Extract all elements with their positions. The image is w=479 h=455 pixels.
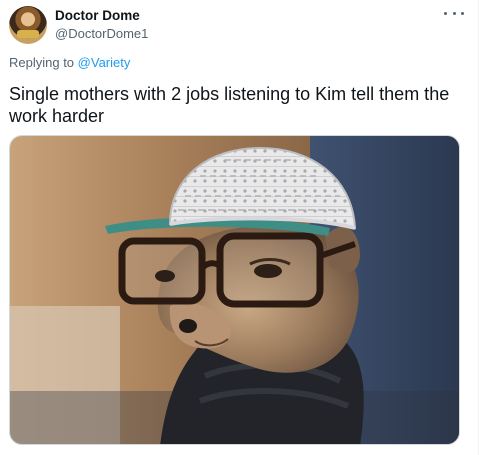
dog-with-glasses-and-kufi-image [10, 136, 459, 444]
author-handle[interactable]: @DoctorDome1 [55, 26, 148, 41]
replying-to-line: Replying to @Variety [9, 55, 130, 70]
replying-prefix: Replying to [9, 55, 75, 70]
more-options-icon[interactable] [444, 6, 464, 20]
author-avatar[interactable] [9, 6, 47, 44]
author-name[interactable]: Doctor Dome [55, 8, 140, 23]
championship-belt-icon [17, 30, 39, 38]
tweet-card[interactable]: Doctor Dome @DoctorDome1 Replying to @Va… [0, 0, 479, 455]
tweet-media-image[interactable] [9, 135, 460, 445]
replying-to-link[interactable]: @Variety [78, 55, 131, 70]
tweet-text: Single mothers with 2 jobs listening to … [9, 84, 450, 126]
